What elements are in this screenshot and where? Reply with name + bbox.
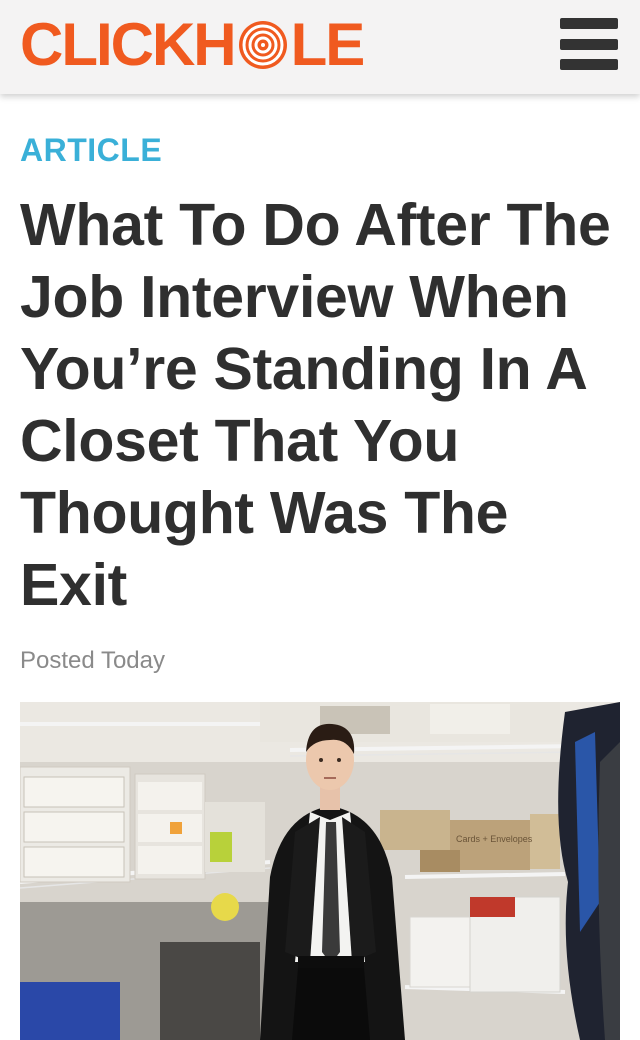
article-hero-image: Cards + Envelopes	[20, 702, 620, 1040]
menu-bar	[560, 59, 618, 70]
article-header: ARTICLE What To Do After The Job Intervi…	[20, 94, 620, 675]
menu-bar	[560, 38, 618, 50]
closet-photo: Cards + Envelopes	[20, 702, 620, 1040]
hamburger-menu-icon[interactable]	[560, 18, 618, 70]
logo-text-left: CLICKH	[20, 11, 237, 78]
menu-bar	[560, 18, 618, 29]
logo-text-right: LE	[290, 11, 366, 78]
site-header: CLICKH LE	[0, 0, 640, 94]
article-category[interactable]: ARTICLE	[20, 132, 620, 169]
swirl-logo-icon	[238, 21, 287, 69]
clickhole-logo[interactable]: CLICKH LE	[20, 10, 366, 80]
article-title: What To Do After The Job Interview When …	[20, 192, 611, 618]
box-label-text: Cards + Envelopes	[456, 834, 533, 844]
posted-date: Posted Today	[20, 647, 165, 674]
